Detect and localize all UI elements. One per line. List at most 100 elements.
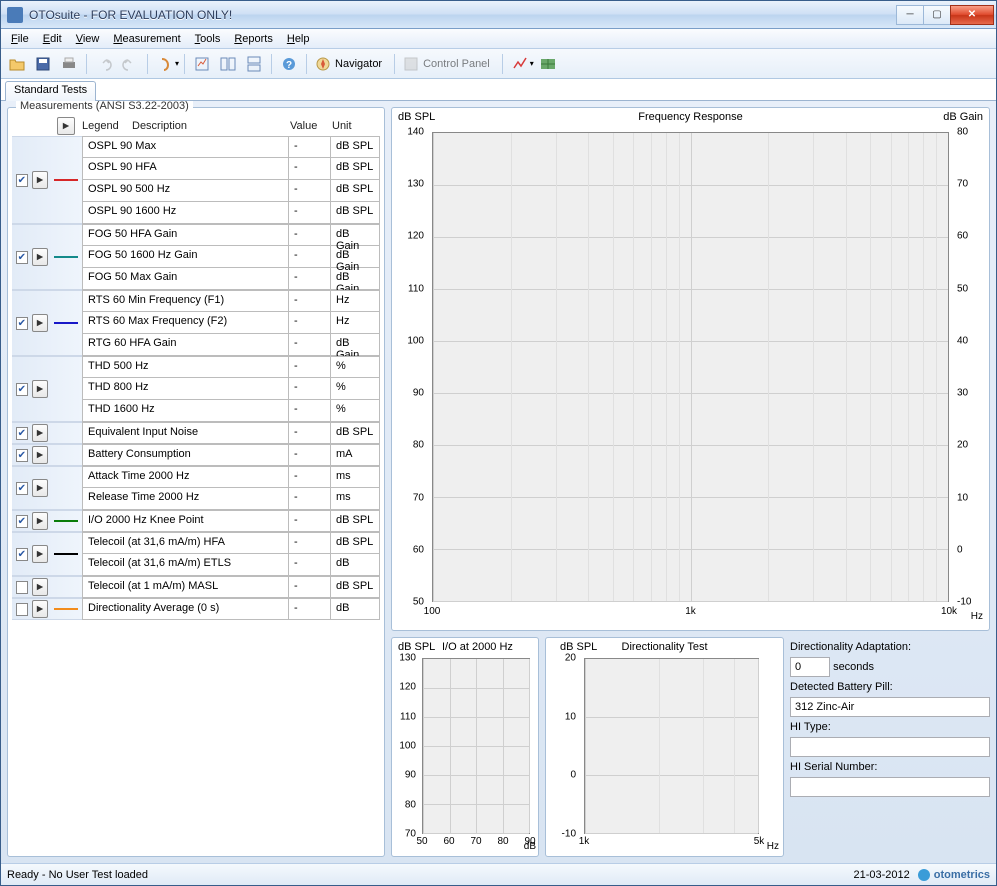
measurement-row[interactable]: Equivalent Input Noise-dB SPL [82, 422, 380, 444]
titlebar[interactable]: OTOsuite - FOR EVALUATION ONLY! ─ ▢ ✕ [1, 1, 996, 29]
tab-strip: Standard Tests [1, 79, 996, 101]
map-icon[interactable] [536, 52, 560, 76]
measurement-row[interactable]: Telecoil (at 1 mA/m) MASL-dB SPL [82, 576, 380, 598]
hitype-input[interactable] [790, 737, 990, 757]
group-play-button[interactable] [32, 380, 48, 398]
group-play-button[interactable] [32, 512, 48, 530]
ear-icon[interactable] [153, 52, 177, 76]
measurement-row[interactable]: RTG 60 HFA Gain-dB Gain [82, 334, 380, 356]
help-icon[interactable]: ? [277, 52, 301, 76]
navigator-button[interactable]: Navigator [312, 52, 389, 76]
measurement-row[interactable]: FOG 50 Max Gain-dB Gain [82, 268, 380, 290]
measurement-row[interactable]: Release Time 2000 Hz-ms [82, 488, 380, 510]
statusbar: Ready - No User Test loaded 21-03-2012 o… [1, 863, 996, 885]
minimize-button[interactable]: ─ [896, 5, 924, 25]
play-all-button[interactable] [57, 117, 75, 135]
measurement-row[interactable]: Directionality Average (0 s)-dB [82, 598, 380, 620]
group-checkbox[interactable]: ✔ [16, 482, 28, 495]
panel1-icon[interactable] [190, 52, 214, 76]
menu-edit[interactable]: Edit [37, 32, 68, 46]
legend-swatch [54, 388, 78, 390]
group-checkbox[interactable]: ✔ [16, 174, 28, 187]
serial-input[interactable] [790, 777, 990, 797]
menu-file[interactable]: File [5, 32, 35, 46]
group-play-button[interactable] [32, 171, 48, 189]
measurement-row[interactable]: FOG 50 HFA Gain-dB Gain [82, 224, 380, 246]
legend-swatch [54, 322, 78, 324]
adaptation-input[interactable] [790, 657, 830, 677]
legend-swatch [54, 487, 78, 489]
measurement-row[interactable]: THD 1600 Hz-% [82, 400, 380, 422]
panel3-icon[interactable] [242, 52, 266, 76]
control-panel-button[interactable]: Control Panel [400, 52, 497, 76]
measurement-row[interactable]: FOG 50 1600 Hz Gain-dB Gain [82, 246, 380, 268]
legend-swatch [54, 520, 78, 522]
group-checkbox[interactable]: ✔ [16, 515, 28, 528]
open-icon[interactable] [5, 52, 29, 76]
group-checkbox[interactable]: ✔ [16, 251, 28, 264]
measurement-row[interactable]: OSPL 90 1600 Hz-dB SPL [82, 202, 380, 224]
measurement-row[interactable]: THD 800 Hz-% [82, 378, 380, 400]
undo-icon[interactable] [92, 52, 116, 76]
legend-swatch [54, 454, 78, 456]
legend-swatch [54, 586, 78, 588]
menu-view[interactable]: View [70, 32, 106, 46]
menu-help[interactable]: Help [281, 32, 316, 46]
group-play-button[interactable] [32, 545, 48, 563]
group-play-button[interactable] [32, 424, 48, 442]
save-icon[interactable] [31, 52, 55, 76]
measurement-row[interactable]: Telecoil (at 31,6 mA/m) ETLS-dB [82, 554, 380, 576]
menu-measurement[interactable]: Measurement [107, 32, 186, 46]
workspace: Measurements (ANSI S3.22-2003) Legend De… [1, 101, 996, 863]
measurement-row[interactable]: THD 500 Hz-% [82, 356, 380, 378]
measurements-panel: Measurements (ANSI S3.22-2003) Legend De… [7, 107, 385, 857]
measurement-row[interactable]: Battery Consumption-mA [82, 444, 380, 466]
print-icon[interactable] [57, 52, 81, 76]
measurement-row[interactable]: OSPL 90 500 Hz-dB SPL [82, 180, 380, 202]
panel2-icon[interactable] [216, 52, 240, 76]
group-checkbox[interactable] [16, 603, 28, 616]
brand-logo: otometrics [918, 869, 990, 881]
window-title: OTOsuite - FOR EVALUATION ONLY! [29, 8, 897, 22]
redo-icon[interactable] [118, 52, 142, 76]
group-checkbox[interactable] [16, 581, 28, 594]
status-text: Ready - No User Test loaded [7, 869, 148, 881]
group-checkbox[interactable]: ✔ [16, 317, 28, 330]
panel-title: Measurements (ANSI S3.22-2003) [16, 101, 193, 112]
chart-dropdown-icon[interactable] [508, 52, 532, 76]
group-play-button[interactable] [32, 446, 48, 464]
group-checkbox[interactable]: ✔ [16, 548, 28, 561]
group-play-button[interactable] [32, 314, 48, 332]
measurement-row[interactable]: RTS 60 Max Frequency (F2)-Hz [82, 312, 380, 334]
frequency-response-chart: dB SPL Frequency Response dB Gain 140130… [391, 107, 990, 631]
maximize-button[interactable]: ▢ [923, 5, 951, 25]
tab-standard-tests[interactable]: Standard Tests [5, 81, 96, 101]
menu-reports[interactable]: Reports [228, 32, 279, 46]
measurement-row[interactable]: OSPL 90 Max-dB SPL [82, 136, 380, 158]
menu-tools[interactable]: Tools [189, 32, 227, 46]
menubar: FileEditViewMeasurementToolsReportsHelp [1, 29, 996, 49]
legend-swatch [54, 432, 78, 434]
close-button[interactable]: ✕ [950, 5, 994, 25]
status-date: 21-03-2012 [853, 869, 909, 881]
info-panel: Directionality Adaptation: seconds Detec… [790, 637, 990, 857]
legend-swatch [54, 256, 78, 258]
battery-input[interactable] [790, 697, 990, 717]
group-checkbox[interactable]: ✔ [16, 449, 28, 462]
measurement-row[interactable]: Telecoil (at 31,6 mA/m) HFA-dB SPL [82, 532, 380, 554]
group-checkbox[interactable]: ✔ [16, 427, 28, 440]
measurement-row[interactable]: I/O 2000 Hz Knee Point-dB SPL [82, 510, 380, 532]
measurement-row[interactable]: Attack Time 2000 Hz-ms [82, 466, 380, 488]
group-play-button[interactable] [32, 578, 48, 596]
measurement-row[interactable]: OSPL 90 HFA-dB SPL [82, 158, 380, 180]
app-icon [7, 7, 23, 23]
measurement-row[interactable]: RTS 60 Min Frequency (F1)-Hz [82, 290, 380, 312]
compass-icon [315, 56, 331, 72]
group-play-button[interactable] [32, 248, 48, 266]
directionality-chart: dB SPL Directionality Test 20100-10 1k5k… [545, 637, 784, 857]
legend-swatch [54, 179, 78, 181]
group-checkbox[interactable]: ✔ [16, 383, 28, 396]
group-play-button[interactable] [32, 600, 48, 618]
group-play-button[interactable] [32, 479, 48, 497]
svg-text:?: ? [286, 60, 292, 71]
